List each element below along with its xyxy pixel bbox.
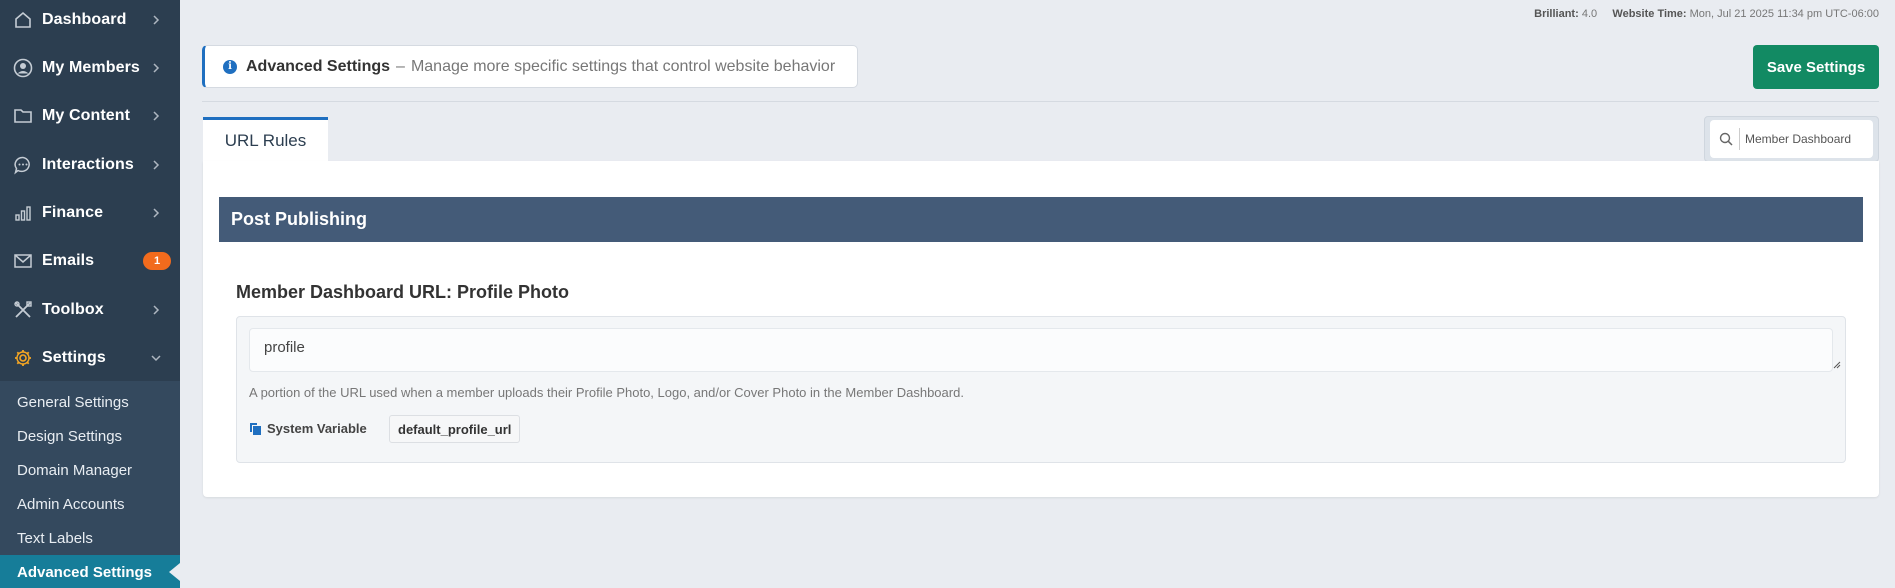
resize-handle-icon[interactable]: [1833, 361, 1841, 369]
sidebar-item-label: Dashboard: [42, 11, 127, 28]
sidebar-item-interactions[interactable]: Interactions: [0, 141, 180, 189]
chat-icon: [12, 154, 34, 176]
sidebar-item-label: My Content: [42, 107, 131, 124]
sidebar-item-settings[interactable]: Settings: [0, 334, 180, 382]
settings-panel: Post Publishing Member Dashboard URL: Pr…: [203, 161, 1879, 497]
gear-icon: [12, 347, 34, 369]
divider: [202, 101, 1879, 102]
sidebar-item-label: My Members: [42, 59, 140, 76]
search-container: [1704, 116, 1879, 162]
search-icon: [1719, 132, 1733, 146]
page-title: Advanced Settings: [246, 57, 391, 75]
version-label: Brilliant:: [1534, 8, 1579, 20]
field-label: Member Dashboard URL: Profile Photo: [236, 282, 570, 302]
search-box: [1710, 120, 1873, 158]
save-settings-button[interactable]: Save Settings: [1753, 45, 1879, 89]
help-text: A portion of the URL used when a member …: [249, 385, 964, 400]
sidebar: Dashboard My Members My Content Interact…: [0, 0, 180, 588]
settings-submenu: General Settings Design Settings Domain …: [0, 381, 180, 588]
website-time-label: Website Time:: [1612, 8, 1687, 20]
chevron-right-icon: [153, 15, 160, 25]
section-header: Post Publishing: [219, 197, 1863, 242]
sidebar-item-toolbox[interactable]: Toolbox: [0, 286, 180, 334]
title-separator: –: [396, 57, 405, 75]
sidebar-item-dashboard[interactable]: Dashboard: [0, 0, 180, 44]
sidebar-item-label: Emails: [42, 252, 95, 269]
chevron-down-icon: [151, 355, 161, 362]
sidebar-item-label: Toolbox: [42, 301, 104, 318]
chevron-right-icon: [153, 305, 160, 315]
system-variable-label-wrap: System Variable: [249, 421, 367, 436]
user-circle-icon: [12, 57, 34, 79]
home-icon: [12, 9, 34, 31]
chevron-right-icon: [153, 111, 160, 121]
search-divider: [1739, 128, 1740, 150]
sidebar-item-label: Finance: [42, 204, 104, 221]
field-container: profile A portion of the URL used when a…: [236, 316, 1846, 463]
version-value: 4.0: [1581, 8, 1598, 20]
submenu-item-label: Advanced Settings: [17, 563, 153, 581]
active-indicator: [169, 563, 180, 581]
site-info: Brilliant: 4.0 Website Time: Mon, Jul 21…: [1534, 8, 1879, 20]
folder-icon: [12, 105, 34, 127]
system-variable-label: System Variable: [267, 421, 367, 436]
sidebar-item-my-content[interactable]: My Content: [0, 92, 180, 140]
sidebar-item-emails[interactable]: Emails 1: [0, 237, 180, 285]
submenu-item-admin-accounts[interactable]: Admin Accounts: [0, 487, 180, 521]
info-icon: i: [223, 59, 237, 74]
chevron-right-icon: [153, 208, 160, 218]
website-time-value: Mon, Jul 21 2025 11:34 pm UTC-06:00: [1689, 8, 1879, 20]
mail-icon: [12, 250, 34, 272]
page-header: i Advanced Settings – Manage more specif…: [202, 45, 858, 88]
copy-icon[interactable]: [249, 422, 262, 436]
submenu-item-domain-manager[interactable]: Domain Manager: [0, 453, 180, 487]
submenu-item-general-settings[interactable]: General Settings: [0, 385, 180, 419]
submenu-item-design-settings[interactable]: Design Settings: [0, 419, 180, 453]
sidebar-item-label: Interactions: [42, 156, 134, 173]
submenu-item-advanced-settings[interactable]: Advanced Settings: [0, 555, 180, 588]
tab-url-rules[interactable]: URL Rules: [203, 117, 328, 161]
search-input[interactable]: [1745, 132, 1870, 146]
notification-badge: 1: [143, 252, 171, 270]
bar-chart-icon: [12, 202, 34, 224]
chevron-right-icon: [153, 63, 160, 73]
submenu-item-text-labels[interactable]: Text Labels: [0, 521, 180, 555]
page-description: Manage more specific settings that contr…: [410, 57, 836, 75]
tools-icon: [12, 299, 34, 321]
chevron-right-icon: [153, 160, 160, 170]
sidebar-item-finance[interactable]: Finance: [0, 189, 180, 237]
system-variable-chip[interactable]: default_profile_url: [389, 415, 521, 443]
profile-photo-url-input[interactable]: profile: [249, 328, 1833, 372]
sidebar-item-label: Settings: [42, 349, 106, 366]
sidebar-item-my-members[interactable]: My Members: [0, 44, 180, 92]
